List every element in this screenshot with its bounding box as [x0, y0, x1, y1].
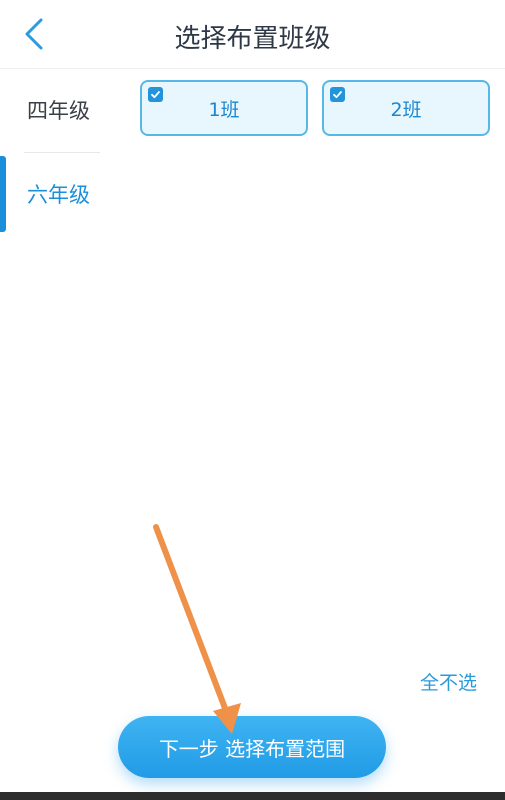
- class-card-1[interactable]: 1班: [140, 80, 308, 136]
- system-nav-bar: [0, 792, 505, 800]
- checkbox-checked-icon[interactable]: [330, 87, 345, 102]
- class-card-2[interactable]: 2班: [322, 80, 490, 136]
- checkbox-checked-icon[interactable]: [148, 87, 163, 102]
- sidebar-item-grade-6[interactable]: 六年级: [0, 152, 100, 236]
- top-bar: 选择布置班级: [0, 0, 505, 69]
- grade-sidebar: 四年级 六年级: [0, 68, 112, 568]
- deselect-all-button[interactable]: 全不选: [420, 668, 477, 695]
- class-card-label: 2班: [390, 98, 422, 121]
- next-step-button[interactable]: 下一步 选择布置范围: [118, 716, 386, 778]
- page-title: 选择布置班级: [174, 24, 331, 54]
- sidebar-item-grade-4[interactable]: 四年级: [0, 68, 100, 152]
- class-card-label: 1班: [208, 98, 240, 121]
